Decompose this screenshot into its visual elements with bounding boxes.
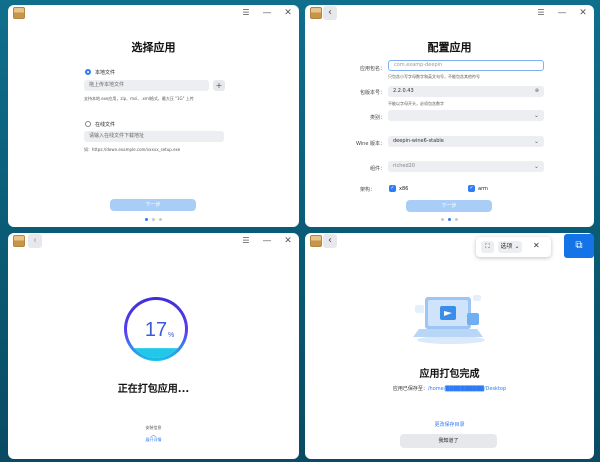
version-input[interactable]: 2.2.0.43 ⊗	[388, 86, 544, 97]
app-icon	[13, 7, 25, 19]
online-file-label: 在线文件	[95, 122, 116, 128]
close-icon[interactable]: ✕	[283, 6, 293, 20]
app-icon	[310, 235, 322, 247]
progress-number: 17	[145, 319, 167, 341]
complete-window: ‹ 应用打包完成 应用已保存至：/home/██████████/Desktop…	[305, 233, 594, 459]
minimize-icon[interactable]: —	[262, 6, 272, 20]
version-label: 包版本号：	[359, 90, 385, 96]
progress-unit: %	[168, 332, 174, 339]
back-arrow-icon[interactable]: ‹	[28, 234, 42, 248]
saved-label: 应用已保存至：	[392, 386, 428, 392]
minimize-icon[interactable]: —	[262, 234, 272, 248]
titlebar: ☰ — ✕	[8, 5, 299, 21]
back-arrow-icon[interactable]: ‹	[323, 6, 337, 20]
package-name-input[interactable]: com.examp-deepin	[388, 60, 544, 71]
menu-icon[interactable]: ☰	[241, 234, 251, 248]
category-label: 类别：	[369, 115, 385, 121]
page-title: 选择应用	[131, 41, 176, 54]
local-file-hint: 支持本地.exe应用，zip、msi、.xml格式，最大压 "1G" 上传	[84, 96, 194, 101]
expand-details-link[interactable]: 展开详情	[8, 437, 299, 443]
step-indicator	[145, 218, 162, 221]
online-url-input[interactable]: 请输入在线文件下载地址	[84, 131, 224, 142]
laptop-illustration-icon	[413, 295, 485, 344]
progress-ring: 17 %	[124, 297, 188, 361]
version-hint: 不能以字母开头，必须包含数字	[388, 101, 444, 106]
step-dot-1	[145, 218, 148, 221]
menu-icon[interactable]: ☰	[241, 6, 251, 20]
arch-arm-checkbox[interactable]: ✓	[468, 185, 475, 192]
clear-icon[interactable]: ⊗	[535, 86, 539, 97]
step-dot-2	[152, 218, 155, 221]
package-name-hint: 只包含小写字母数字和英文句号，不能包含其他符号	[388, 74, 480, 79]
saved-location: 应用已保存至：/home/██████████/Desktop	[305, 385, 594, 392]
version-value: 2.2.0.43	[393, 88, 414, 94]
chevron-down-icon: ⌄	[533, 112, 539, 119]
minimize-icon[interactable]: —	[557, 6, 567, 20]
menu-icon[interactable]: ☰	[536, 6, 546, 20]
packaging-status: 正在打包应用...	[117, 384, 190, 395]
back-arrow-icon[interactable]: ‹	[323, 234, 337, 248]
app-icon	[13, 235, 25, 247]
config-app-window: ‹ ☰ — ✕ 配置应用 应用包名： com.examp-deepin 只包含小…	[305, 5, 594, 227]
component-value: riched20	[393, 163, 415, 169]
next-button[interactable]: 下一步	[110, 199, 196, 211]
change-save-dir-link[interactable]: 更改保存目录	[305, 421, 594, 428]
component-select[interactable]: riched20 ⌄	[388, 161, 544, 172]
close-icon[interactable]: ✕	[283, 234, 293, 248]
step-dot-2	[448, 218, 451, 221]
floating-toolbar: ⛶ 选项 ⌄ ✕	[476, 237, 551, 257]
options-label: 选项	[500, 243, 513, 250]
arch-x86-checkbox[interactable]: ✓	[389, 185, 396, 192]
titlebar: ‹ ☰ — ✕	[305, 5, 594, 21]
step-indicator	[441, 218, 458, 221]
page-title: 配置应用	[427, 41, 472, 54]
step-dot-3	[159, 218, 162, 221]
package-name-label: 应用包名：	[359, 66, 385, 72]
complete-title: 应用打包完成	[419, 369, 480, 380]
screenshot-capture-button[interactable]: ⧉	[564, 234, 594, 258]
wine-version-select[interactable]: deepin-wine6-stable ⌄	[388, 136, 544, 147]
chevron-down-icon: ⌄	[533, 163, 539, 170]
arch-x86-label: x86	[399, 186, 409, 192]
online-url-hint: 如：https://down.example.com/xxxxx_setup.e…	[84, 147, 181, 152]
online-file-radio[interactable]	[85, 121, 91, 127]
arch-arm-label: arm	[478, 186, 488, 192]
packaging-window: ‹ ☰ — ✕ 17 % 正在打包应用... 安装信息 ︿ 展开详情	[8, 233, 299, 459]
options-dropdown[interactable]: 选项 ⌄	[498, 241, 522, 253]
category-select[interactable]: ⌄	[388, 110, 544, 121]
got-it-button[interactable]: 我知道了	[400, 434, 497, 448]
step-dot-3	[455, 218, 458, 221]
next-button[interactable]: 下一步	[406, 200, 492, 212]
app-icon	[310, 7, 322, 19]
component-label: 组件：	[369, 166, 385, 172]
step-dot-1	[441, 218, 444, 221]
local-file-label: 本地文件	[95, 70, 116, 76]
arch-label: 架构：	[359, 187, 375, 193]
local-file-input[interactable]: 拖上传本地文件	[84, 80, 209, 91]
chevron-down-icon: ⌄	[533, 138, 539, 145]
titlebar: ‹ ☰ — ✕	[8, 233, 299, 249]
close-icon[interactable]: ✕	[578, 6, 588, 20]
local-file-radio[interactable]	[85, 69, 91, 75]
wine-version-value: deepin-wine6-stable	[393, 138, 444, 144]
wine-version-label: Wine 版本：	[355, 141, 385, 147]
close-icon[interactable]: ✕	[533, 241, 540, 250]
saved-path-link[interactable]: /home/██████████/Desktop	[428, 386, 506, 392]
select-app-window: ☰ — ✕ 选择应用 本地文件 拖上传本地文件 + 支持本地.exe应用，zip…	[8, 5, 299, 227]
screenshot-icon[interactable]: ⛶	[481, 241, 494, 253]
add-file-button[interactable]: +	[213, 80, 225, 91]
